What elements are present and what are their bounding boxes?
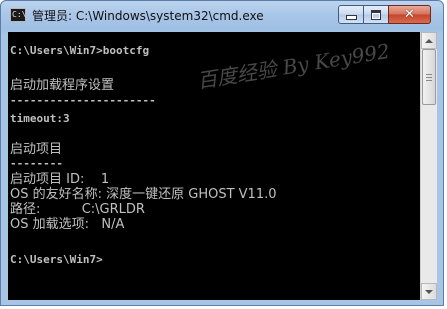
console-output[interactable]: C:\Users\Win7>bootcfg 启动加载程序设置 ---------… bbox=[8, 32, 420, 300]
console-prompt: C:\Users\Win7> bbox=[10, 253, 103, 266]
scroll-down-button[interactable] bbox=[421, 283, 437, 300]
console-line: C:\Users\Win7>bootcfg bbox=[10, 44, 150, 57]
console-line: OS 加载选项: N/A bbox=[10, 217, 125, 232]
console-line: 启动加载程序设置 bbox=[10, 78, 115, 93]
console-line: -------- bbox=[10, 157, 63, 170]
cmd-window: C:\ 管理员: C:\Windows\system32\cmd.exe ✕ C… bbox=[0, 0, 444, 306]
maximize-button[interactable] bbox=[363, 5, 389, 24]
console-line: timeout:3 bbox=[10, 112, 70, 125]
scroll-up-button[interactable] bbox=[421, 32, 437, 49]
scroll-down-arrow-icon bbox=[425, 289, 433, 294]
title-bar[interactable]: C:\ 管理员: C:\Windows\system32\cmd.exe ✕ bbox=[1, 1, 443, 31]
window-title: 管理员: C:\Windows\system32\cmd.exe bbox=[32, 9, 264, 23]
close-icon: ✕ bbox=[404, 7, 415, 22]
maximize-icon bbox=[371, 9, 381, 20]
cmd-icon[interactable]: C:\ bbox=[10, 8, 26, 22]
minimize-button[interactable] bbox=[338, 5, 364, 24]
scroll-thumb[interactable] bbox=[422, 49, 436, 105]
console-line: ---------------------- bbox=[10, 94, 156, 107]
console-line: 启动项目 ID: 1 bbox=[10, 172, 110, 187]
console-line: 路径: C:\GRLDR bbox=[10, 202, 145, 217]
grip-line bbox=[426, 77, 432, 78]
console-line: OS 的友好名称: 深度一键还原 GHOST V11.0 bbox=[10, 187, 277, 202]
minimize-icon bbox=[345, 15, 357, 20]
console-line: 启动项目 bbox=[10, 142, 63, 157]
close-button[interactable]: ✕ bbox=[388, 5, 431, 24]
window-bottom-border bbox=[8, 300, 437, 305]
grip-line bbox=[426, 74, 432, 75]
grip-line bbox=[426, 80, 432, 81]
watermark: 百度经验 By Key992 bbox=[195, 38, 392, 94]
scroll-up-arrow-icon bbox=[425, 38, 433, 43]
vertical-scrollbar[interactable] bbox=[420, 32, 437, 300]
